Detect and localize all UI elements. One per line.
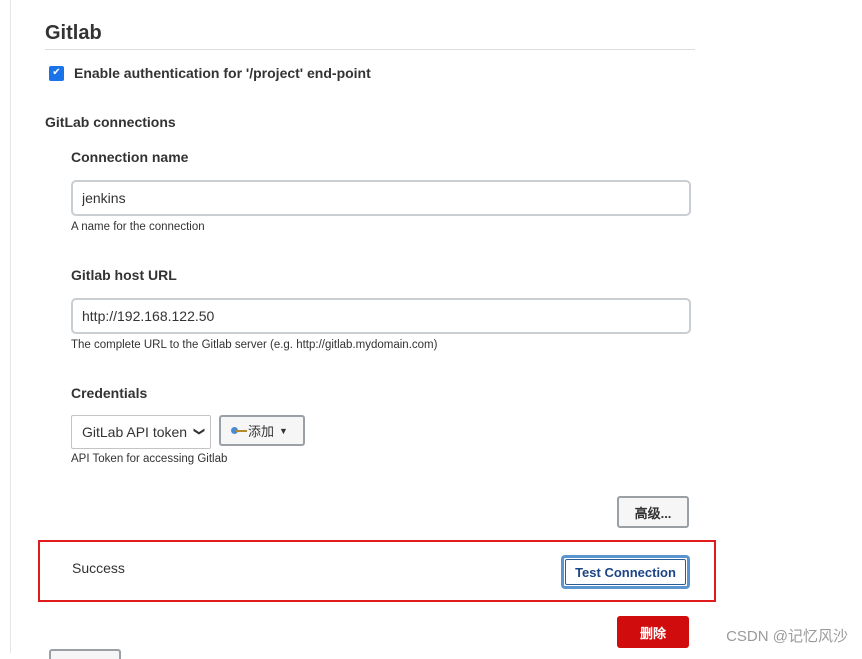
section-title: Gitlab [45,22,102,44]
key-icon [231,426,247,435]
section-divider [45,49,695,50]
auth-checkbox[interactable]: ✔ [49,65,64,81]
delete-button[interactable]: 删除 [617,616,689,648]
credentials-select[interactable]: GitLab API token ❯ [71,415,211,449]
add-credentials-button[interactable]: 添加 ▼ [219,415,305,446]
auth-checkbox-row[interactable]: ✔ Enable authentication for '/project' e… [49,65,371,81]
add-credentials-label: 添加 [248,424,275,439]
watermark: CSDN @记忆风沙 [726,628,848,645]
test-connection-button[interactable]: Test Connection [561,555,690,589]
auth-checkbox-label[interactable]: Enable authentication for '/project' end… [74,65,371,81]
credentials-help: API Token for accessing Gitlab [71,453,228,465]
host-url-label: Gitlab host URL [71,267,177,283]
connections-group-title: GitLab connections [45,114,176,130]
host-url-help: The complete URL to the Gitlab server (e… [71,339,438,351]
connection-name-help: A name for the connection [71,221,205,233]
credentials-selected-value: GitLab API token [82,424,188,440]
connection-name-input[interactable] [71,180,691,216]
connection-name-label: Connection name [71,149,189,165]
page-left-border [10,0,11,653]
connection-status-text: Success [72,560,125,576]
advanced-button[interactable]: 高级... [617,496,689,528]
check-icon: ✔ [52,67,61,78]
caret-down-icon: ▼ [279,425,288,436]
chevron-down-icon: ❯ [192,426,205,437]
host-url-input[interactable] [71,298,691,334]
partial-button[interactable] [49,649,121,659]
credentials-label: Credentials [71,385,148,401]
